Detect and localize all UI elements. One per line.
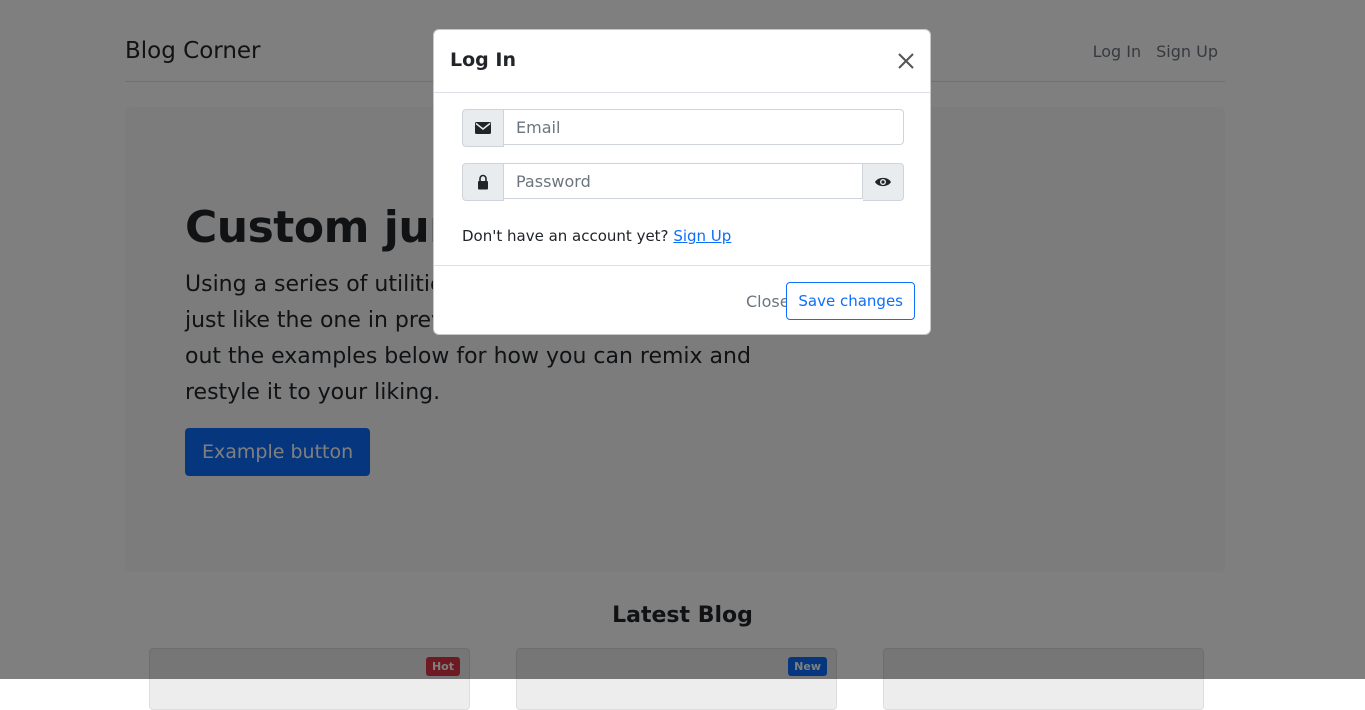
email-input[interactable]	[504, 109, 904, 145]
no-account-text: Don't have an account yet?	[462, 227, 669, 245]
signup-prompt: Don't have an account yet? Sign Up	[462, 227, 731, 245]
eye-icon[interactable]	[863, 163, 904, 201]
password-input-group	[462, 163, 904, 201]
close-icon[interactable]	[895, 50, 917, 72]
close-button[interactable]: Close	[746, 292, 790, 311]
envelope-icon	[462, 109, 504, 147]
login-modal: Log In Email Don't have an account yet? …	[433, 29, 931, 335]
email-input-group	[462, 109, 904, 147]
modal-header: Log In	[434, 30, 930, 93]
signup-link[interactable]: Sign Up	[673, 227, 731, 245]
modal-title: Log In	[450, 49, 516, 71]
lock-icon	[462, 163, 504, 201]
save-changes-button[interactable]: Save changes	[786, 282, 915, 320]
modal-footer: Close Save changes	[434, 265, 930, 335]
password-input[interactable]	[504, 163, 863, 199]
